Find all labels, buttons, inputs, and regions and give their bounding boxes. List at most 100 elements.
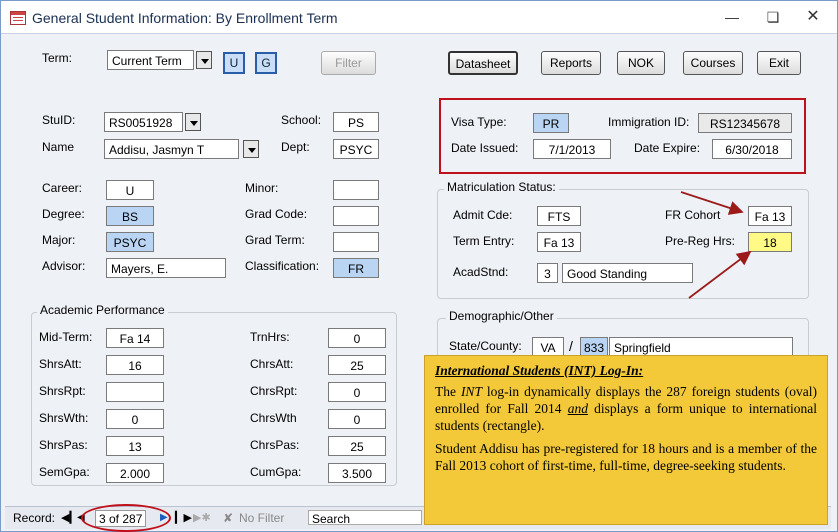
chrs-rpt-field[interactable]: 0 [328,382,386,402]
fr-cohort-field[interactable]: Fa 13 [748,206,792,226]
dept-label: Dept: [281,140,310,154]
shrs-att-label: ShrsAtt: [39,357,82,371]
note-paragraph-1: The INT log-in dynamically displays the … [435,384,817,433]
title-bar: General Student Information: By Enrollme… [1,1,837,34]
sem-gpa-field[interactable]: 2.000 [106,463,164,483]
chrs-pas-label: ChrsPas: [250,438,300,452]
minor-field[interactable] [333,180,379,200]
last-record-icon[interactable]: ▎▶ [175,510,192,526]
courses-button[interactable]: Courses [683,51,743,75]
academic-performance-title: Academic Performance [37,303,168,317]
mid-term-label: Mid-Term: [39,330,93,344]
restore-icon[interactable]: ❏ [759,7,787,27]
immigration-id-field[interactable]: RS12345678 [698,113,792,133]
search-input[interactable]: Search [308,510,422,526]
minimize-icon[interactable]: — [718,7,746,27]
g-button[interactable]: G [255,52,277,74]
admit-code-field[interactable]: FTS [537,206,581,226]
stuid-field[interactable]: RS0051928 [104,112,183,132]
close-icon[interactable]: ✕ [799,7,827,27]
advisor-field[interactable]: Mayers, E. [106,258,226,278]
name-dropdown-icon[interactable] [243,140,259,158]
cum-gpa-label: CumGpa: [250,465,302,479]
grad-code-label: Grad Code: [245,207,308,221]
school-field[interactable]: PS [333,112,379,132]
shrs-wth-field[interactable]: 0 [106,409,164,429]
cum-gpa-field[interactable]: 3.500 [328,463,386,483]
degree-field[interactable]: BS [106,206,154,226]
state-county-label: State/County: [449,339,522,353]
shrs-pas-field[interactable]: 13 [106,436,164,456]
date-issued-label: Date Issued: [451,141,519,155]
u-button[interactable]: U [223,52,245,74]
chrs-rpt-label: ChrsRpt: [250,384,298,398]
trn-hrs-label: TrnHrs: [250,330,290,344]
term-dropdown-icon[interactable] [196,51,212,69]
chrs-wth-label: ChrsWth [250,411,297,425]
acad-standing-text-field[interactable]: Good Standing [562,263,693,283]
pre-reg-hours-field[interactable]: 18 [748,232,792,252]
datasheet-button[interactable]: Datasheet [448,51,518,75]
term-combo[interactable]: Current Term [107,50,194,70]
first-record-icon[interactable]: ◀▎ [61,510,78,526]
new-record-icon[interactable]: ▶✱ [193,510,211,526]
career-field[interactable]: U [106,180,154,200]
mid-term-field[interactable]: Fa 14 [106,328,164,348]
reports-button[interactable]: Reports [541,51,601,75]
note-heading: International Students (INT) Log-In: [435,363,644,378]
demographic-title: Demographic/Other [446,309,557,323]
grad-code-field[interactable] [333,206,379,226]
degree-label: Degree: [42,207,85,221]
shrs-rpt-field[interactable] [106,382,164,402]
note-paragraph-2: Student Addisu has pre-registered for 18… [435,441,817,473]
exit-button[interactable]: Exit [757,51,801,75]
fr-cohort-label: FR Cohort [665,208,721,222]
matriculation-title: Matriculation Status: [444,180,559,194]
visa-type-label: Visa Type: [451,115,507,129]
term-entry-field[interactable]: Fa 13 [537,232,581,252]
form-icon [10,11,26,25]
chrs-pas-field[interactable]: 25 [328,436,386,456]
shrs-att-field[interactable]: 16 [106,355,164,375]
county-code-field[interactable]: 833 [580,337,608,357]
pre-reg-hours-label: Pre-Reg Hrs: [665,234,736,248]
dept-field[interactable]: PSYC [333,139,379,159]
classification-field[interactable]: FR [333,258,379,278]
name-label: Name [42,140,75,154]
chrs-wth-field[interactable]: 0 [328,409,386,429]
window-title: General Student Information: By Enrollme… [32,10,338,26]
minor-label: Minor: [245,181,279,195]
record-label: Record: [13,511,56,525]
name-field[interactable]: Addisu, Jasmyn T [104,139,239,159]
filter-button[interactable]: Filter [321,51,376,75]
grad-term-label: Grad Term: [245,233,305,247]
term-label: Term: [42,51,72,65]
state-county-separator: / [569,338,573,354]
advisor-label: Advisor: [42,259,86,273]
major-label: Major: [42,233,76,247]
nok-button[interactable]: NOK [617,51,665,75]
term-entry-label: Term Entry: [453,234,515,248]
date-expire-label: Date Expire: [634,141,701,155]
visa-type-field[interactable]: PR [533,113,569,133]
date-expire-field[interactable]: 6/30/2018 [712,139,792,159]
admit-code-label: Admit Cde: [453,208,513,222]
career-label: Career: [42,181,83,195]
county-name-field[interactable]: Springfield [609,337,793,357]
shrs-pas-label: ShrsPas: [39,438,88,452]
immigration-id-label: Immigration ID: [608,115,690,129]
trn-hrs-field[interactable]: 0 [328,328,386,348]
shrs-rpt-label: ShrsRpt: [39,384,86,398]
chrs-att-field[interactable]: 25 [328,355,386,375]
date-issued-field[interactable]: 7/1/2013 [533,139,611,159]
no-filter-label: No Filter [239,511,285,525]
chrs-att-label: ChrsAtt: [250,357,294,371]
explanation-note: International Students (INT) Log-In: The… [424,355,828,525]
major-field[interactable]: PSYC [106,232,154,252]
grad-term-field[interactable] [333,232,379,252]
visa-highlight-rectangle [439,98,806,174]
stuid-dropdown-icon[interactable] [185,113,201,131]
no-filter-icon[interactable]: ✘ [223,510,233,526]
state-field[interactable]: VA [532,337,564,357]
acad-standing-code-field[interactable]: 3 [537,263,558,283]
